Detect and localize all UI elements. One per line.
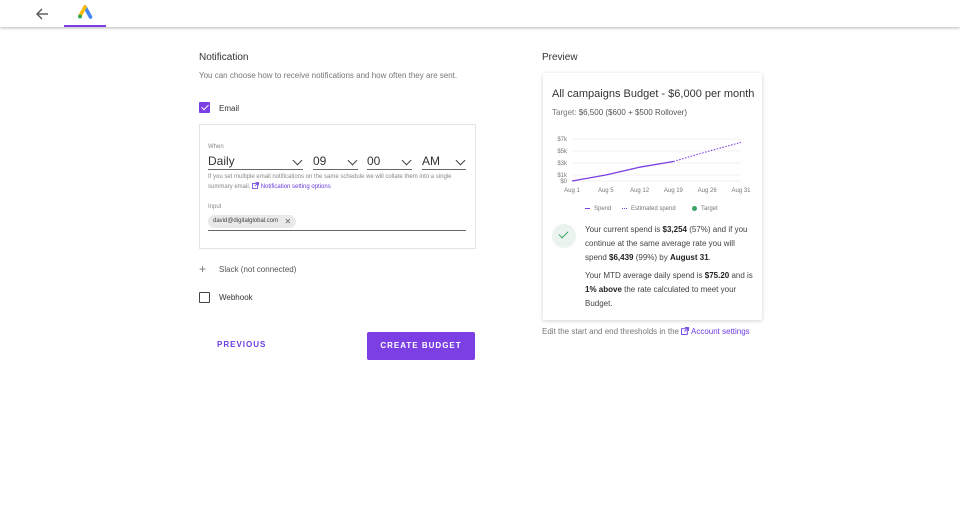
frequency-value: Daily (208, 154, 235, 168)
current-spend: $3,254 (662, 225, 687, 234)
recipient-email: david@digitalglobal.com (213, 218, 279, 224)
notification-title: Notification (199, 52, 249, 63)
legend-target: Target (692, 206, 718, 212)
external-link-icon (252, 182, 259, 189)
external-link-icon (681, 327, 690, 335)
y-tick-label: $5k (557, 149, 568, 155)
legend-estimated-swatch (622, 207, 627, 209)
notification-subtitle: You can choose how to receive notificati… (199, 71, 458, 80)
legend-spend: Spend (585, 206, 611, 212)
notification-hint: If you set multiple email notifications … (208, 173, 470, 192)
legend-estimated: Estimated spend (622, 206, 676, 212)
google-ads-logo-icon (78, 5, 93, 19)
create-budget-button[interactable]: CREATE BUDGET (367, 332, 475, 360)
chevron-down-icon (347, 155, 358, 166)
card-target: Target: $6,500 ($600 + $500 Rollover) (552, 108, 687, 117)
remove-chip-icon[interactable]: ✕ (284, 215, 291, 228)
summary2-text-a: Your MTD average daily spend is (585, 271, 705, 280)
email-label: Email (219, 104, 240, 113)
ampm-value: AM (422, 154, 440, 168)
chevron-down-icon (401, 155, 412, 166)
summary1-text-g: . (708, 253, 711, 262)
x-tick-label: Aug 1 (564, 188, 580, 194)
x-tick-label: Aug 12 (630, 188, 650, 194)
chevron-down-icon (292, 155, 303, 166)
budget-preview-card: All campaigns Budget - $6,000 per month … (543, 73, 762, 320)
projection-date: August 31 (669, 253, 709, 262)
footnote: Edit the start and end thresholds in the… (542, 327, 750, 336)
minute-select[interactable]: 00 (367, 152, 412, 170)
summary1-text-a: Your current spend is (585, 225, 663, 234)
previous-button[interactable]: PREVIOUS (217, 340, 266, 349)
hour-select[interactable]: 09 (313, 152, 358, 170)
estimated-spend-line (673, 141, 742, 163)
y-tick-label: $7k (557, 137, 568, 143)
ampm-select[interactable]: AM (422, 152, 466, 170)
recipient-chip: david@digitalglobal.com ✕ (208, 215, 297, 228)
x-tick-label: Aug 5 (598, 188, 614, 194)
legend-spend-swatch (585, 207, 590, 210)
check-icon (552, 224, 576, 248)
footnote-text: Edit the start and end thresholds in the (542, 327, 682, 336)
y-tick-label: $0 (560, 179, 567, 185)
x-tick-label: Aug 26 (698, 188, 718, 194)
legend-target-label: Target (701, 206, 718, 213)
summary-daily-rate: Your MTD average daily spend is $75.20 a… (585, 269, 755, 311)
slack-label[interactable]: Slack (not connected) (219, 265, 296, 274)
back-button[interactable] (32, 4, 54, 24)
webhook-label: Webhook (219, 293, 253, 302)
when-label: When (208, 144, 224, 150)
email-checkbox[interactable] (199, 102, 210, 113)
projected-spend: $6,439 (609, 253, 634, 262)
target-prefix: Target: (552, 108, 579, 117)
summary-spend: Your current spend is $3,254 (57%) and i… (585, 223, 755, 265)
card-title: All campaigns Budget - $6,000 per month (552, 88, 755, 100)
minute-value: 00 (367, 154, 381, 168)
y-tick-label: $3k (557, 161, 568, 167)
x-tick-label: Aug 19 (664, 188, 684, 194)
target-value: $6,500 ($600 + $500 Rollover) (578, 108, 687, 117)
spend-line (571, 160, 674, 182)
input-label: Input (208, 204, 222, 210)
daily-spend: $75.20 (704, 271, 730, 280)
legend-estimated-label: Estimated spend (631, 206, 676, 212)
google-ads-tab[interactable] (64, 0, 106, 27)
active-tab-indicator (64, 25, 106, 27)
top-bar (0, 0, 960, 27)
rate-difference: 1% above (585, 285, 622, 294)
plus-icon[interactable]: + (199, 262, 206, 276)
spend-chart: $7k$5k$3k$1k$0Aug 1 Aug 5 Aug 12 Aug 19 Aug … (557, 137, 751, 194)
hint-link-label: Notification setting options (260, 184, 331, 190)
webhook-checkbox[interactable] (199, 292, 210, 303)
notification-setting-options-link[interactable]: Notification setting options (252, 182, 331, 190)
hour-value: 09 (313, 154, 327, 168)
account-settings-label: Account settings (690, 327, 750, 336)
arrow-left-icon (36, 8, 48, 20)
legend-target-swatch (692, 206, 697, 211)
account-settings-link[interactable]: Account settings (681, 327, 750, 336)
legend-spend-label: Spend (594, 206, 612, 212)
x-tick-label: Aug 31 (731, 188, 751, 194)
summary2-text-c: and is (729, 271, 753, 280)
summary1-text-e: (99%) by (633, 253, 670, 262)
frequency-select[interactable]: Daily (208, 152, 303, 170)
chevron-down-icon (455, 155, 466, 166)
preview-title: Preview (542, 52, 578, 63)
recipient-input[interactable] (208, 230, 466, 231)
